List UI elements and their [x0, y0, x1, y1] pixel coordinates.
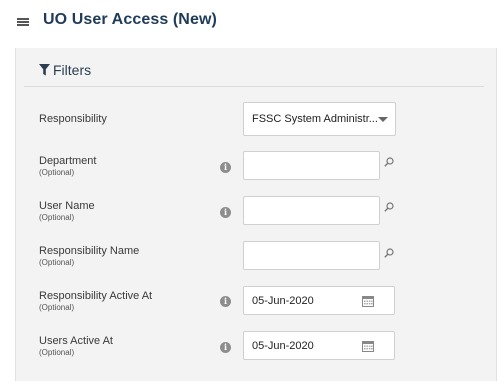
menu-icon[interactable]: [17, 18, 29, 28]
department-optional: (Optional): [39, 168, 75, 177]
info-icon[interactable]: i: [220, 162, 231, 173]
user-name-optional: (Optional): [39, 213, 75, 222]
department-label: Department (Optional): [39, 155, 96, 177]
info-icon[interactable]: i: [220, 296, 231, 307]
users-active-at-label-text: Users Active At: [39, 335, 113, 347]
responsibility-select[interactable]: FSSC System Administr...: [243, 102, 396, 136]
search-icon[interactable]: [384, 248, 394, 258]
users-active-at-label: Users Active At (Optional): [39, 335, 113, 357]
calendar-icon[interactable]: [362, 340, 374, 352]
responsibility-label-text: Responsibility: [39, 113, 107, 125]
chevron-down-icon: [378, 117, 388, 122]
responsibility-active-at-optional: (Optional): [39, 303, 75, 312]
calendar-icon[interactable]: [362, 295, 374, 307]
user-name-label-text: User Name: [39, 200, 95, 212]
search-icon[interactable]: [384, 157, 394, 167]
users-active-at-input[interactable]: 05-Jun-2020: [243, 331, 395, 360]
responsibility-active-at-value: 05-Jun-2020: [252, 295, 314, 307]
responsibility-name-label: Responsibility Name (Optional): [39, 245, 139, 267]
responsibility-value: FSSC System Administr...: [252, 113, 378, 125]
responsibility-label: Responsibility: [39, 113, 107, 125]
responsibility-name-label-text: Responsibility Name: [39, 245, 140, 257]
user-name-label: User Name (Optional): [39, 200, 95, 222]
responsibility-name-optional: (Optional): [39, 258, 75, 267]
divider: [24, 86, 484, 87]
department-label-text: Department: [39, 155, 97, 167]
page-header: UO User Access (New): [0, 0, 502, 48]
users-active-at-value: 05-Jun-2020: [252, 340, 314, 352]
filters-title: Filters: [53, 62, 92, 78]
user-name-input[interactable]: [243, 196, 380, 225]
filter-icon: [39, 64, 50, 76]
responsibility-active-at-label-text: Responsibility Active At: [39, 290, 153, 302]
responsibility-active-at-label: Responsibility Active At (Optional): [39, 290, 152, 312]
info-icon[interactable]: i: [220, 207, 231, 218]
department-input[interactable]: [243, 151, 380, 180]
users-active-at-optional: (Optional): [39, 348, 75, 357]
filters-header[interactable]: Filters: [24, 56, 484, 86]
search-icon[interactable]: [384, 202, 394, 212]
responsibility-active-at-input[interactable]: 05-Jun-2020: [243, 286, 395, 315]
responsibility-name-input[interactable]: [243, 241, 380, 270]
page-title: UO User Access (New): [43, 11, 217, 28]
info-icon[interactable]: i: [220, 342, 231, 353]
